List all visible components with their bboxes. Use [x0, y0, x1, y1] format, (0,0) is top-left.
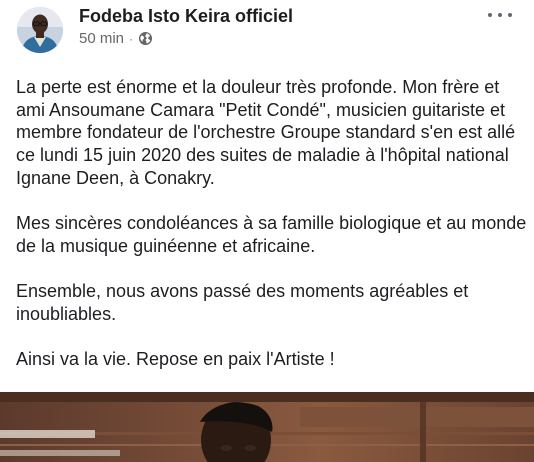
globe-icon[interactable] — [138, 31, 153, 46]
post-message: La perte est énorme et la douleur très p… — [16, 76, 528, 394]
post-image — [0, 392, 534, 462]
post-meta: 50 min · — [79, 30, 153, 47]
more-dot — [508, 13, 512, 17]
post-paragraph: Ainsi va la vie. Repose en paix l'Artist… — [16, 349, 335, 370]
avatar-photo — [17, 7, 63, 53]
author-avatar[interactable] — [17, 7, 63, 53]
more-options-icon[interactable] — [484, 4, 516, 26]
post-paragraph: La perte est énorme et la douleur très p… — [16, 77, 516, 188]
more-dot — [498, 13, 502, 17]
post-paragraph: Ensemble, nous avons passé des moments a… — [16, 281, 469, 324]
post-photo[interactable] — [0, 392, 534, 462]
post-time[interactable]: 50 min — [79, 30, 124, 47]
meta-separator: · — [129, 31, 134, 46]
author-name[interactable]: Fodeba Isto Keira officiel — [79, 6, 293, 27]
more-dot — [488, 13, 492, 17]
facebook-post: Fodeba Isto Keira officiel 50 min · La p… — [0, 0, 534, 462]
post-paragraph: Mes sincères condoléances à sa famille b… — [16, 213, 527, 256]
